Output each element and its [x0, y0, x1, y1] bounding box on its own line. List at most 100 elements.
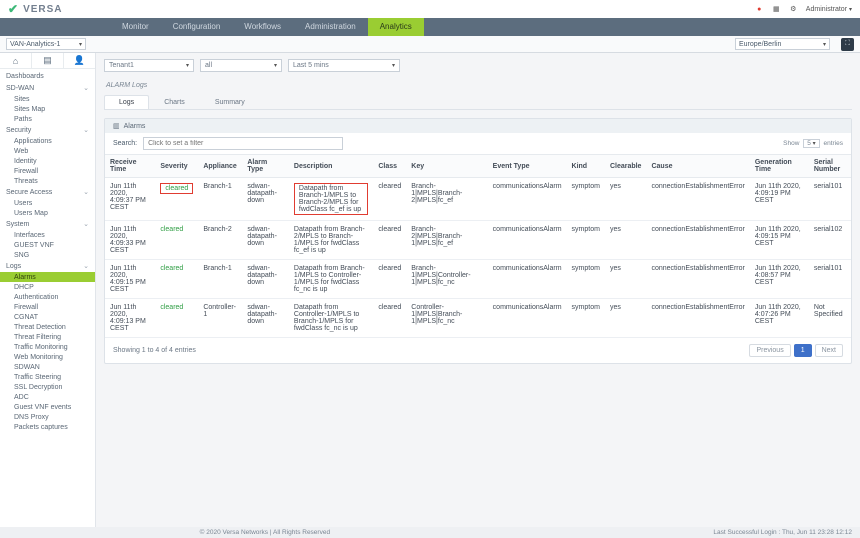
sb-item-traffic-steering[interactable]: Traffic Steering [0, 372, 95, 382]
tab-charts[interactable]: Charts [149, 95, 200, 109]
sb-item-applications[interactable]: Applications [0, 136, 95, 146]
nav-monitor[interactable]: Monitor [110, 18, 161, 36]
sb-item-cgnat[interactable]: CGNAT [0, 312, 95, 322]
sb-item-users[interactable]: Users [0, 198, 95, 208]
sb-item-sites[interactable]: Sites [0, 94, 95, 104]
col-kind[interactable]: Kind [567, 155, 605, 178]
sb-section-secure-access[interactable]: Secure Access⌄ [0, 186, 95, 198]
sub-toolbar: VAN-Analytics-1▾ Europe/Berlin▾ ⛶ [0, 36, 860, 53]
sb-item-threat-filtering[interactable]: Threat Filtering [0, 332, 95, 342]
chevron-down-icon: ▾ [849, 7, 852, 13]
col-class[interactable]: Class [373, 155, 406, 178]
copyright: © 2020 Versa Networks | All Rights Reser… [200, 529, 330, 536]
sb-item-adc[interactable]: ADC [0, 392, 95, 402]
nav-configuration[interactable]: Configuration [161, 18, 233, 36]
logo-bar: ✔ VERSA ● ▦ ⚙ Administrator ▾ [0, 0, 860, 18]
entries-count-select[interactable]: 5 ▾ [803, 139, 819, 148]
sb-section-system[interactable]: System⌄ [0, 218, 95, 230]
analytics-tenant-select[interactable]: VAN-Analytics-1▾ [6, 38, 86, 50]
layers-icon[interactable]: ▤ [32, 53, 64, 68]
col-cause[interactable]: Cause [646, 155, 749, 178]
page-next[interactable]: Next [815, 344, 843, 357]
filter-row: Tenant1▾ all▾ Last 5 mins▾ [104, 59, 852, 72]
pagination: Previous 1 Next [749, 344, 843, 357]
tenant-filter[interactable]: Tenant1▾ [104, 59, 194, 72]
search-row: Search: Show 5 ▾ entries [105, 133, 851, 154]
sb-item-guest-vnf-events[interactable]: Guest VNF events [0, 402, 95, 412]
user-icon[interactable]: 👤 [64, 53, 95, 68]
chevron-down-icon: ▾ [79, 41, 82, 48]
sb-item-paths[interactable]: Paths [0, 114, 95, 124]
sb-item-interfaces[interactable]: Interfaces [0, 230, 95, 240]
card-title: Alarms [124, 123, 146, 130]
sb-item-threat-detection[interactable]: Threat Detection [0, 322, 95, 332]
col-severity[interactable]: Severity [155, 155, 198, 178]
chevron-down-icon: ⌄ [83, 220, 89, 228]
sb-section-security[interactable]: Security⌄ [0, 124, 95, 136]
scope-filter[interactable]: all▾ [200, 59, 282, 72]
table-row[interactable]: Jun 11th 2020, 4:09:37 PM CESTclearedBra… [105, 178, 851, 221]
sb-item-dhcp[interactable]: DHCP [0, 282, 95, 292]
sb-section-logs[interactable]: Logs⌄ [0, 260, 95, 272]
table-row[interactable]: Jun 11th 2020, 4:09:13 PM CESTclearedCon… [105, 299, 851, 338]
col-generation-time[interactable]: Generation Time [750, 155, 809, 178]
col-serial-number[interactable]: Serial Number [809, 155, 851, 178]
top-right-controls: ● ▦ ⚙ Administrator ▾ [755, 5, 852, 14]
page-footer: © 2020 Versa Networks | All Rights Reser… [0, 527, 860, 538]
page-current[interactable]: 1 [794, 344, 812, 357]
sb-item-users-map[interactable]: Users Map [0, 208, 95, 218]
sb-item-identity[interactable]: Identity [0, 156, 95, 166]
sb-item-firewall[interactable]: Firewall [0, 302, 95, 312]
user-menu[interactable]: Administrator ▾ [806, 6, 852, 13]
sb-item-traffic-monitoring[interactable]: Traffic Monitoring [0, 342, 95, 352]
search-input[interactable] [148, 140, 338, 147]
tab-summary[interactable]: Summary [200, 95, 260, 109]
chevron-down-icon: ▾ [392, 62, 395, 69]
nav-administration[interactable]: Administration [293, 18, 368, 36]
col-description[interactable]: Description [289, 155, 373, 178]
col-clearable[interactable]: Clearable [605, 155, 647, 178]
col-appliance[interactable]: Appliance [198, 155, 242, 178]
sb-item-guest-vnf[interactable]: GUEST VNF [0, 240, 95, 250]
nav-analytics[interactable]: Analytics [368, 18, 424, 36]
col-receive-time[interactable]: Receive Time [105, 155, 155, 178]
col-alarm-type[interactable]: Alarm Type [242, 155, 289, 178]
sb-item-sites-map[interactable]: Sites Map [0, 104, 95, 114]
sb-section-dashboards[interactable]: Dashboards [0, 71, 95, 82]
table-row[interactable]: Jun 11th 2020, 4:09:15 PM CESTclearedBra… [105, 260, 851, 299]
table-row[interactable]: Jun 11th 2020, 4:09:33 PM CESTclearedBra… [105, 221, 851, 260]
sb-item-dns-proxy[interactable]: DNS Proxy [0, 412, 95, 422]
sb-item-threats[interactable]: Threats [0, 176, 95, 186]
timerange-filter[interactable]: Last 5 mins▾ [288, 59, 400, 72]
sb-item-web[interactable]: Web [0, 146, 95, 156]
sb-item-firewall[interactable]: Firewall [0, 166, 95, 176]
fullscreen-toggle[interactable]: ⛶ [841, 38, 854, 51]
brand-mark-icon: ✔ [8, 2, 19, 16]
tab-logs[interactable]: Logs [104, 95, 149, 109]
col-event-type[interactable]: Event Type [488, 155, 567, 178]
chevron-down-icon: ▾ [274, 62, 277, 69]
sb-item-sdwan[interactable]: SDWAN [0, 362, 95, 372]
sb-item-packets-captures[interactable]: Packets captures [0, 422, 95, 432]
sb-item-web-monitoring[interactable]: Web Monitoring [0, 352, 95, 362]
nav-workflows[interactable]: Workflows [232, 18, 293, 36]
sb-item-alarms[interactable]: Alarms [0, 272, 95, 282]
sidebar: ⌂ ▤ 👤 DashboardsSD-WAN⌄SitesSites MapPat… [0, 53, 96, 527]
timezone-select[interactable]: Europe/Berlin▾ [735, 38, 830, 50]
grid-icon[interactable]: ▦ [772, 5, 781, 14]
sb-section-sd-wan[interactable]: SD-WAN⌄ [0, 82, 95, 94]
col-key[interactable]: Key [406, 155, 487, 178]
page-prev[interactable]: Previous [749, 344, 790, 357]
card-header: ▥ Alarms [105, 119, 851, 133]
alarms-table: Receive TimeSeverityApplianceAlarm TypeD… [105, 154, 851, 338]
home-icon[interactable]: ⌂ [0, 53, 32, 68]
chevron-down-icon: ⌄ [83, 262, 89, 270]
search-input-wrap [143, 137, 343, 150]
sb-item-authentication[interactable]: Authentication [0, 292, 95, 302]
sidebar-mode-tabs: ⌂ ▤ 👤 [0, 53, 95, 69]
sb-item-ssl-decryption[interactable]: SSL Decryption [0, 382, 95, 392]
chevron-down-icon: ⌄ [83, 126, 89, 134]
gear-icon[interactable]: ⚙ [789, 5, 798, 14]
alert-icon[interactable]: ● [755, 5, 764, 14]
sb-item-sng[interactable]: SNG [0, 250, 95, 260]
